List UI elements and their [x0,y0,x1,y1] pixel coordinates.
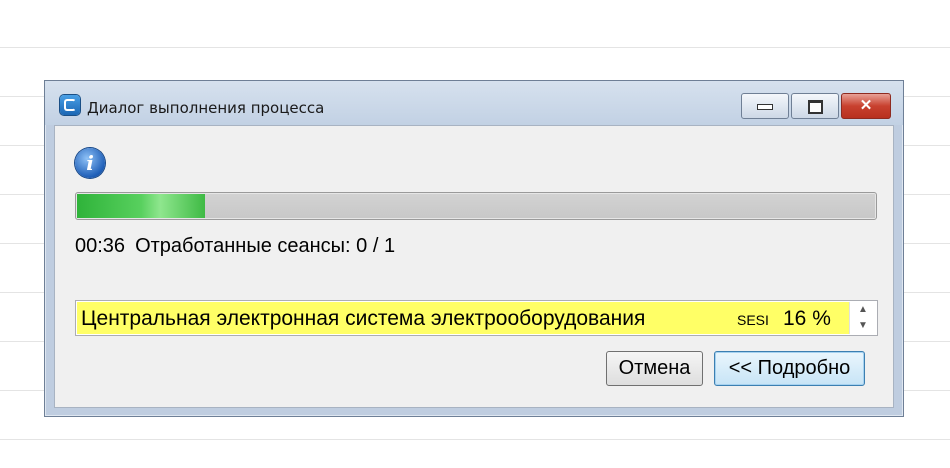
process-dialog: Диалог выполнения процесса ✕ i 00:36 Отра… [44,80,904,417]
details-button[interactable]: << Подробно [714,351,865,386]
maximize-button[interactable] [791,93,839,119]
status-line: 00:36 Отработанные сеансы: 0 / 1 [75,235,405,258]
maximize-icon [807,100,823,114]
title-bar[interactable]: Диалог выполнения процесса ✕ [45,81,903,125]
session-percent: 16 % [783,307,831,330]
cancel-button[interactable]: Отмена [606,351,703,386]
session-name: Центральная электронная система электроо… [81,307,646,330]
list-scrollbar[interactable]: ▲ ▼ [849,302,876,334]
progress-remaining [205,194,875,218]
sessions-count: Отработанные сеансы: 0 / 1 [135,235,396,257]
elapsed-time: 00:36 [75,235,126,257]
app-icon [60,95,80,115]
scroll-up-icon[interactable]: ▲ [850,302,876,318]
list-item[interactable]: Центральная электронная система электроо… [77,302,849,334]
close-icon: ✕ [859,97,873,114]
progress-bar [75,192,877,220]
minimize-icon [757,104,773,110]
session-code: SESI [737,312,769,328]
info-icon: i [75,148,105,178]
minimize-button[interactable] [741,93,789,119]
progress-fill [77,194,205,218]
scroll-down-icon[interactable]: ▼ [850,318,876,334]
close-button[interactable]: ✕ [841,93,891,119]
dialog-body: i 00:36 Отработанные сеансы: 0 / 1 Центра… [54,125,894,408]
session-list[interactable]: Центральная электронная система электроо… [75,300,878,336]
window-title: Диалог выполнения процесса [87,99,325,117]
